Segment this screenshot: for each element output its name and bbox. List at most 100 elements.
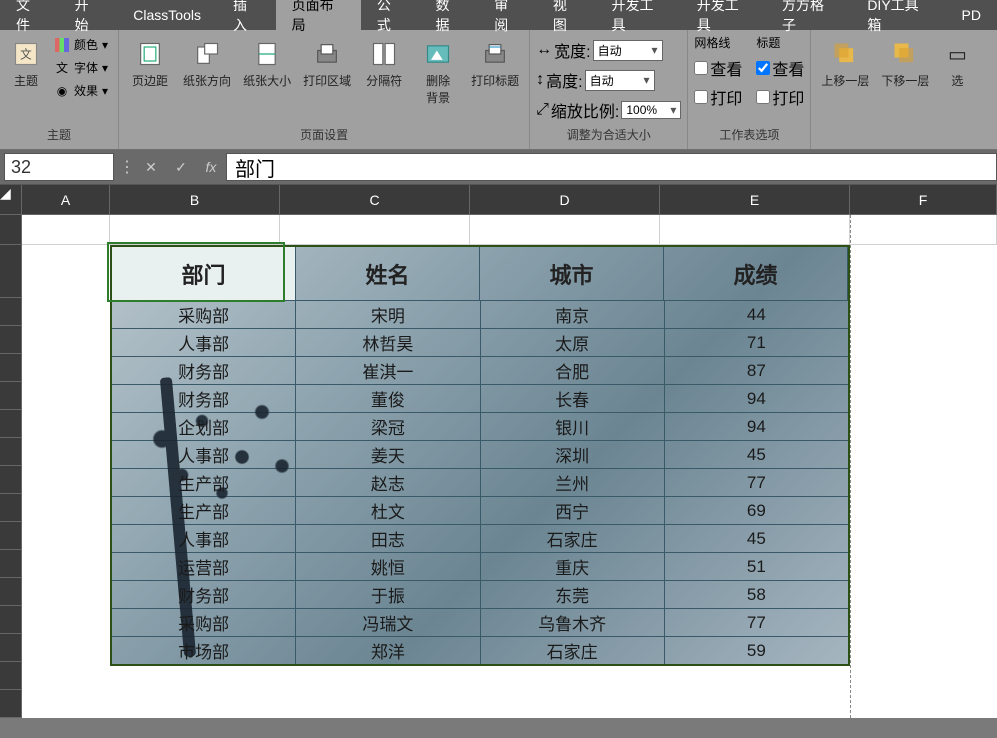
cell-name[interactable]: 赵志 (296, 469, 480, 496)
cell-city[interactable]: 长春 (481, 385, 665, 412)
cell-score[interactable]: 45 (665, 525, 848, 552)
cell-city[interactable]: 合肥 (481, 357, 665, 384)
row-header-6[interactable] (0, 382, 22, 410)
cell-name[interactable]: 梁冠 (296, 413, 480, 440)
cell-name[interactable]: 田志 (296, 525, 480, 552)
row-header-3[interactable] (0, 298, 22, 326)
cell-dept[interactable]: 企划部 (112, 413, 296, 440)
cell-score[interactable]: 94 (665, 413, 848, 440)
cell-score[interactable]: 44 (665, 301, 848, 328)
cell-city[interactable]: 石家庄 (481, 637, 665, 664)
row-header-16[interactable] (0, 662, 22, 690)
cell-grid[interactable]: 部门 姓名 城市 成绩 采购部宋明南京44人事部林哲昊太原71财务部崔淇一合肥8… (22, 215, 997, 718)
row-header-9[interactable] (0, 466, 22, 494)
name-box[interactable]: 32 (4, 153, 114, 181)
row-header-14[interactable] (0, 606, 22, 634)
row-header-1[interactable] (0, 215, 22, 245)
cell-score[interactable]: 77 (665, 469, 848, 496)
colors-button[interactable]: 颜色▾ (50, 34, 112, 55)
cancel-button[interactable]: ✕ (136, 153, 166, 181)
breaks-button[interactable]: 分隔符 (359, 34, 409, 93)
col-header-C[interactable]: C (280, 185, 470, 215)
row-header-5[interactable] (0, 354, 22, 382)
row-header-10[interactable] (0, 494, 22, 522)
margins-button[interactable]: 页边距 (125, 34, 175, 93)
header-name[interactable]: 姓名 (296, 247, 480, 300)
cell-name[interactable]: 于振 (296, 581, 480, 608)
cell-score[interactable]: 94 (665, 385, 848, 412)
cell-city[interactable]: 南京 (481, 301, 665, 328)
gridlines-print-checkbox[interactable]: 打印 (694, 85, 742, 109)
cell-city[interactable]: 重庆 (481, 553, 665, 580)
effects-button[interactable]: ◉效果▾ (50, 80, 112, 101)
enter-button[interactable]: ✓ (166, 153, 196, 181)
cell-score[interactable]: 45 (665, 441, 848, 468)
cell-city[interactable]: 东莞 (481, 581, 665, 608)
size-button[interactable]: 纸张大小 (239, 34, 295, 93)
fonts-button[interactable]: 文字体▾ (50, 57, 112, 78)
col-header-D[interactable]: D (470, 185, 660, 215)
cell-dept[interactable]: 人事部 (112, 525, 296, 552)
row-header-13[interactable] (0, 578, 22, 606)
height-dropdown[interactable]: 自动 (585, 70, 655, 91)
row-header-11[interactable] (0, 522, 22, 550)
row-header-4[interactable] (0, 326, 22, 354)
themes-button[interactable]: 文 主题 (6, 34, 46, 93)
delete-background-button[interactable]: 删除 背景 (413, 34, 463, 110)
cell-score[interactable]: 58 (665, 581, 848, 608)
send-backward-button[interactable]: 下移一层 (877, 34, 933, 93)
cell-name[interactable]: 林哲昊 (296, 329, 480, 356)
col-header-E[interactable]: E (660, 185, 850, 215)
width-dropdown[interactable]: 自动 (593, 40, 663, 61)
fx-button[interactable]: fx (196, 153, 226, 181)
bring-forward-button[interactable]: 上移一层 (817, 34, 873, 93)
cell-dept[interactable]: 运营部 (112, 553, 296, 580)
cell-name[interactable]: 冯瑞文 (296, 609, 480, 636)
cell-dept[interactable]: 财务部 (112, 385, 296, 412)
cell-city[interactable]: 石家庄 (481, 525, 665, 552)
row-header-15[interactable] (0, 634, 22, 662)
header-score[interactable]: 成绩 (664, 247, 848, 300)
col-header-B[interactable]: B (110, 185, 280, 215)
cell-city[interactable]: 西宁 (481, 497, 665, 524)
cell-dept[interactable]: 采购部 (112, 609, 296, 636)
print-titles-button[interactable]: 打印标题 (467, 34, 523, 93)
headings-print-checkbox[interactable]: 打印 (756, 85, 804, 109)
cell-city[interactable]: 银川 (481, 413, 665, 440)
cell-dept[interactable]: 生产部 (112, 469, 296, 496)
cell-dept[interactable]: 人事部 (112, 329, 296, 356)
cell-city[interactable]: 深圳 (481, 441, 665, 468)
gridlines-view-checkbox[interactable]: 查看 (694, 56, 742, 80)
col-header-F[interactable]: F (850, 185, 997, 215)
select-all-corner[interactable]: ◢ (0, 185, 22, 215)
orientation-button[interactable]: 纸张方向 (179, 34, 235, 93)
headings-view-checkbox[interactable]: 查看 (756, 56, 804, 80)
menu-ClassTools[interactable]: ClassTools (117, 2, 217, 28)
cell-city[interactable]: 兰州 (481, 469, 665, 496)
formula-input[interactable]: 部门 (226, 153, 997, 181)
col-header-A[interactable]: A (22, 185, 110, 215)
cell-score[interactable]: 77 (665, 609, 848, 636)
row-header-7[interactable] (0, 410, 22, 438)
cell-score[interactable]: 71 (665, 329, 848, 356)
header-city[interactable]: 城市 (480, 247, 664, 300)
cell-dept[interactable]: 财务部 (112, 581, 296, 608)
cell-score[interactable]: 51 (665, 553, 848, 580)
header-dept[interactable]: 部门 (112, 247, 296, 300)
cell-dept[interactable]: 人事部 (112, 441, 296, 468)
name-box-expand[interactable]: ⋮ (118, 153, 136, 181)
cell-score[interactable]: 69 (665, 497, 848, 524)
menu-PD[interactable]: PD (946, 2, 997, 28)
row-header-17[interactable] (0, 690, 22, 718)
cell-dept[interactable]: 生产部 (112, 497, 296, 524)
selection-pane-button[interactable]: ▭选 (937, 34, 977, 93)
cell-score[interactable]: 87 (665, 357, 848, 384)
cell-dept[interactable]: 市场部 (112, 637, 296, 664)
cell-name[interactable]: 姜天 (296, 441, 480, 468)
scale-spinner[interactable]: 100% (621, 101, 681, 119)
cell-dept[interactable]: 财务部 (112, 357, 296, 384)
cell-dept[interactable]: 采购部 (112, 301, 296, 328)
print-area-button[interactable]: 打印区域 (299, 34, 355, 93)
cell-name[interactable]: 崔淇一 (296, 357, 480, 384)
cell-score[interactable]: 59 (665, 637, 848, 664)
